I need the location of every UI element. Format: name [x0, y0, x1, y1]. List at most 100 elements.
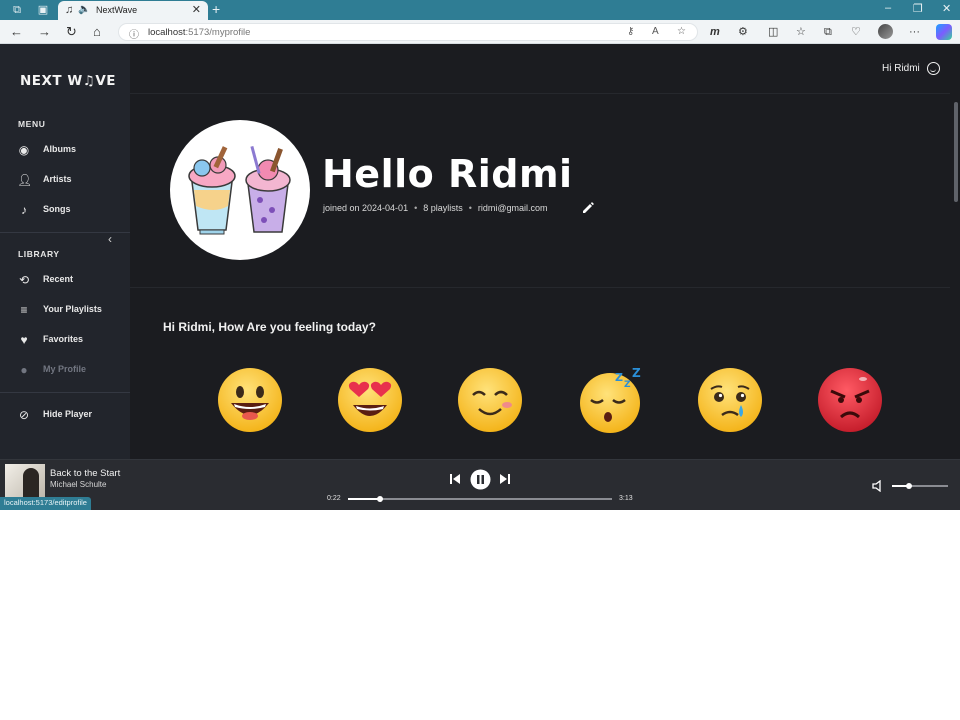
mood-question: Hi Ridmi, How Are you feeling today? — [163, 320, 376, 334]
angry-emoji-icon[interactable] — [817, 367, 883, 433]
sidebar-item-label: Songs — [43, 204, 71, 214]
more-icon[interactable]: ··· — [909, 24, 920, 40]
tab-title: NextWave — [96, 5, 138, 15]
progress-bar[interactable] — [348, 496, 612, 502]
forward-icon[interactable]: → — [38, 24, 51, 40]
favorites-icon[interactable]: ☆ — [796, 24, 806, 40]
sidebar-item-label: Recent — [43, 274, 74, 284]
edit-pencil-icon[interactable] — [582, 202, 594, 214]
collections-icon[interactable]: ⧉ — [824, 24, 832, 40]
split-screen-icon[interactable]: ◫ — [768, 24, 778, 40]
hide-player-label: Hide Player — [43, 409, 93, 419]
profile-avatar — [170, 120, 310, 260]
sidebar-item-label: My Profile — [43, 364, 87, 374]
sidebar-item-artists[interactable]: 👤︎ Artists — [17, 173, 127, 191]
status-bar-url: localhost:5173/editprofile — [0, 497, 91, 510]
workspaces-icon[interactable]: ⧉ — [10, 3, 24, 17]
artist-name: Michael Schulte — [50, 480, 107, 489]
main-content: Hi Ridmi Hello Ridmi joined on 2024-04-0… — [130, 44, 960, 459]
sidebar: NEXT W♫VE MENU ◉ Albums 👤︎ Artists ♪ Son… — [0, 44, 130, 459]
sidebar-item-your-playlists[interactable]: ≡ Your Playlists — [17, 303, 127, 321]
close-icon[interactable]: ✕ — [192, 3, 201, 16]
browser-essentials-icon[interactable]: ♡ — [851, 24, 861, 40]
info-icon[interactable]: ⓘ — [129, 26, 139, 41]
scrollbar-thumb[interactable] — [954, 102, 958, 202]
key-icon[interactable]: ⚷ — [627, 26, 634, 37]
profile-meta: joined on 2024-04-01 • 8 playlists • ridmi@g… — [323, 203, 548, 213]
pause-button[interactable] — [470, 469, 491, 490]
svg-text:Z: Z — [624, 380, 631, 390]
favorite-star-icon[interactable]: ☆ — [677, 26, 686, 37]
smiley-icon[interactable] — [927, 62, 940, 75]
progress-fill — [348, 498, 380, 500]
address-bar[interactable]: ⓘ localhost:5173/myprofile ⚷ A ☆ — [118, 23, 698, 41]
speaker-icon[interactable]: 🔈 — [78, 4, 90, 15]
profile-icon: ● — [20, 363, 28, 377]
url-text: localhost:5173/myprofile — [148, 27, 251, 38]
heart-icon: ♥ — [20, 333, 28, 347]
smiling-emoji-icon[interactable] — [457, 367, 523, 433]
close-window-icon[interactable]: ✕ — [942, 2, 951, 15]
history-icon: ⟲ — [18, 273, 30, 287]
browser-nav-bar: ← → ↻ ⌂ ⓘ localhost:5173/myprofile ⚷ A ☆… — [0, 20, 960, 44]
elapsed-time: 0:22 — [327, 495, 341, 502]
sidebar-item-label: Artists — [43, 174, 72, 184]
reload-icon[interactable]: ↻ — [66, 24, 77, 40]
song-title: Back to the Start — [50, 468, 121, 479]
person-icon: 👤︎ — [17, 173, 33, 187]
sidebar-item-label: Favorites — [43, 334, 84, 344]
chevron-left-icon[interactable]: ‹ — [108, 232, 112, 246]
profile-avatar-icon[interactable] — [878, 24, 893, 39]
joined-date: joined on 2024-04-01 — [323, 203, 409, 213]
svg-text:Z: Z — [615, 371, 623, 384]
eye-off-icon: ⊘ — [18, 408, 30, 422]
previous-track-icon[interactable] — [449, 473, 461, 485]
divider — [130, 93, 950, 94]
scrollbar[interactable] — [952, 94, 960, 459]
disc-icon: ◉ — [18, 143, 30, 157]
volume-knob[interactable] — [905, 483, 912, 489]
progress-knob[interactable] — [376, 496, 383, 502]
library-section-title: LIBRARY — [18, 249, 60, 259]
sidebar-item-albums[interactable]: ◉ Albums — [17, 143, 127, 161]
sleepy-emoji-icon[interactable]: Z Z Z — [577, 367, 643, 433]
back-icon[interactable]: ← — [10, 24, 23, 40]
duration-time: 3:13 — [619, 495, 633, 502]
tab-actions-icon[interactable]: ▣ — [36, 3, 50, 17]
browser-tab[interactable]: ♫ 🔈 NextWave ✕ — [58, 1, 208, 20]
music-player: Back to the Start Michael Schulte 0:22 3… — [0, 459, 960, 510]
sidebar-item-songs[interactable]: ♪ Songs — [17, 203, 127, 221]
sidebar-item-recent[interactable]: ⟲ Recent — [17, 273, 127, 291]
volume-slider[interactable] — [892, 483, 948, 489]
header-greeting[interactable]: Hi Ridmi — [882, 63, 920, 74]
music-note-icon: ♪ — [21, 203, 27, 217]
volume-icon[interactable] — [872, 480, 886, 492]
logo[interactable]: NEXT W♫VE — [20, 73, 116, 89]
extension-m-icon[interactable]: m — [710, 24, 720, 40]
playlist-count: 8 playlists — [423, 203, 463, 213]
hide-player-button[interactable]: ⊘ Hide Player — [17, 408, 127, 426]
read-aloud-icon[interactable]: A — [652, 26, 659, 37]
svg-text:Z: Z — [632, 367, 641, 380]
divider — [0, 392, 130, 393]
home-icon[interactable]: ⌂ — [93, 24, 101, 40]
heart-eyes-emoji-icon[interactable] — [337, 367, 403, 433]
menu-section-title: MENU — [18, 119, 46, 129]
next-track-icon[interactable] — [499, 473, 511, 485]
profile-hello-title: Hello Ridmi — [322, 152, 573, 196]
sidebar-item-favorites[interactable]: ♥ Favorites — [17, 333, 127, 351]
copilot-icon[interactable] — [936, 24, 952, 40]
extension-icon[interactable]: ⚙ — [738, 24, 748, 40]
sidebar-item-label: Your Playlists — [43, 304, 102, 314]
happy-emoji-icon[interactable] — [217, 367, 283, 433]
minimize-icon[interactable]: – — [885, 2, 891, 14]
playlist-icon: ≡ — [20, 303, 28, 317]
music-note-icon: ♫ — [65, 4, 74, 16]
sad-emoji-icon[interactable] — [697, 367, 763, 433]
divider — [130, 287, 950, 288]
new-tab-icon[interactable]: + — [212, 1, 220, 17]
sidebar-item-label: Albums — [43, 144, 77, 154]
browser-tab-bar: ⧉ ▣ ♫ 🔈 NextWave ✕ + – ❐ ✕ — [0, 0, 960, 20]
sidebar-item-my-profile[interactable]: ● My Profile — [17, 363, 127, 381]
restore-icon[interactable]: ❐ — [913, 2, 923, 15]
